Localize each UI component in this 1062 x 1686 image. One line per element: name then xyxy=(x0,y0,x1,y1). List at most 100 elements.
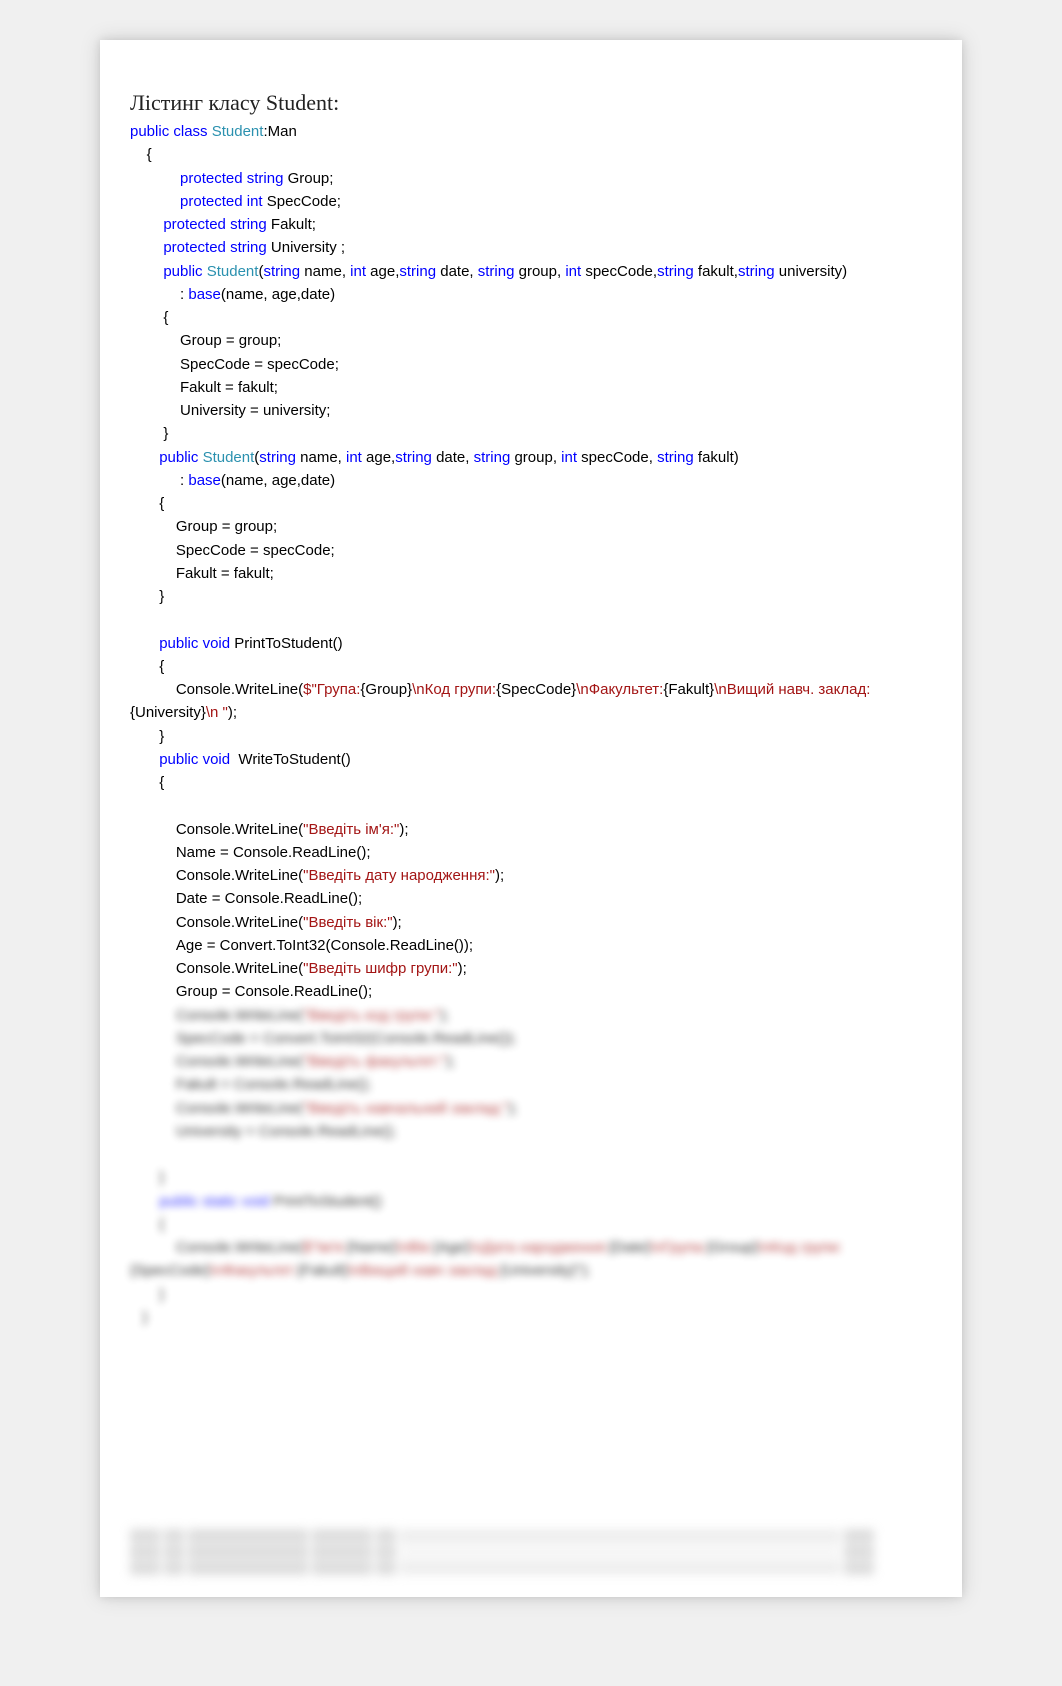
code-text: Date = Console.ReadLine(); xyxy=(130,890,362,907)
blurred-preview-region: Console.WriteLine( "Введіть код групи:");… xyxy=(130,1004,932,1330)
string-literal: \nГрупа: xyxy=(650,1239,706,1256)
code-text: university) xyxy=(775,263,848,280)
keyword: int xyxy=(346,449,362,466)
keyword: int xyxy=(247,193,263,210)
code-text: { xyxy=(130,774,164,791)
type-name: Student xyxy=(203,449,255,466)
code-text: } xyxy=(130,1286,164,1303)
string-literal: \nВищий навч заклад: xyxy=(348,1262,500,1279)
string-literal: "Введіть дату народження:" xyxy=(303,867,495,884)
code-text: {SpecCode} xyxy=(130,1262,210,1279)
code-text: Console.WriteLine( xyxy=(130,867,303,884)
code-text: Name = Console.ReadLine(); xyxy=(130,844,371,861)
string-literal: "Введіть код групи:" xyxy=(303,1007,440,1024)
keyword: protected xyxy=(130,170,243,187)
string-literal: "Введіть ім'я:" xyxy=(303,821,399,838)
keyword: string xyxy=(657,263,694,280)
keyword: string xyxy=(474,449,511,466)
code-text: fakult, xyxy=(694,263,738,280)
code-text: Fakult = fakult; xyxy=(130,565,274,582)
code-text: date, xyxy=(432,449,474,466)
code-text: group, xyxy=(514,263,565,280)
code-text: ); xyxy=(228,704,237,721)
code-text: ); xyxy=(393,914,402,931)
code-text: PrintToStudent() xyxy=(230,635,343,652)
code-text: Console.WriteLine( xyxy=(130,681,303,698)
keyword: protected xyxy=(130,193,243,210)
string-literal: \nКод групи: xyxy=(758,1239,842,1256)
keyword: string xyxy=(230,239,267,256)
code-text: Console.WriteLine( xyxy=(130,1239,303,1256)
keyword: int xyxy=(561,449,577,466)
code-text: ); xyxy=(399,821,408,838)
code-text: { xyxy=(130,495,164,512)
keyword: public xyxy=(130,263,203,280)
code-text: Console.WriteLine( xyxy=(130,1053,303,1070)
code-text: SpecCode = specCode; xyxy=(130,542,335,559)
code-text: {Age} xyxy=(433,1239,470,1256)
string-literal: \nВік: xyxy=(396,1239,433,1256)
string-literal: "Введіть вік:" xyxy=(303,914,392,931)
code-text: {Group} xyxy=(706,1239,758,1256)
keyword: string xyxy=(738,263,775,280)
code-text: Console.WriteLine( xyxy=(130,821,303,838)
code-text: {University}" xyxy=(500,1262,581,1279)
type-name: Student xyxy=(207,263,259,280)
code-text: } xyxy=(130,1309,148,1326)
code-text: : xyxy=(130,472,188,489)
keyword: base xyxy=(188,286,221,303)
string-literal: \n " xyxy=(206,704,228,721)
keyword: void xyxy=(203,635,231,652)
string-literal: $"Група: xyxy=(303,681,360,698)
code-text: name, xyxy=(300,263,350,280)
code-text: {Name} xyxy=(346,1239,396,1256)
keyword: public xyxy=(130,123,169,140)
keyword: base xyxy=(188,472,221,489)
keyword: void xyxy=(238,1193,270,1210)
keyword: string xyxy=(478,263,515,280)
string-literal: \nФакультет: xyxy=(210,1262,297,1279)
code-text: ); xyxy=(508,1100,517,1117)
code-text: ); xyxy=(581,1262,590,1279)
code-text: } xyxy=(130,425,168,442)
code-text: {Fakult} xyxy=(297,1262,348,1279)
code-text: Console.WriteLine( xyxy=(130,1100,303,1117)
keyword: string xyxy=(259,449,296,466)
code-text: Group = group; xyxy=(130,518,277,535)
code-text: age, xyxy=(362,449,395,466)
blurred-footer-table xyxy=(130,1529,932,1575)
code-text: PrintToStudent() xyxy=(269,1193,382,1210)
code-text: fakult) xyxy=(694,449,739,466)
code-text: age, xyxy=(366,263,399,280)
string-literal: "Введіть шифр групи:" xyxy=(303,960,457,977)
code-text: date, xyxy=(436,263,478,280)
code-text: ); xyxy=(495,867,504,884)
code-text: { xyxy=(130,658,164,675)
code-text: SpecCode = specCode; xyxy=(130,356,339,373)
code-text: SpecCode; xyxy=(263,193,341,210)
code-text: {Group} xyxy=(360,681,412,698)
code-text: { xyxy=(130,146,152,163)
code-text: Fakult; xyxy=(267,216,316,233)
code-text: (name, age,date) xyxy=(221,472,335,489)
table-row xyxy=(130,1561,932,1575)
table-row xyxy=(130,1529,932,1543)
table-row xyxy=(130,1545,932,1559)
keyword: protected xyxy=(130,216,226,233)
code-text: SpecCode = Convert.ToInt32(Console.ReadL… xyxy=(130,1030,516,1047)
string-literal: \nФакультет: xyxy=(576,681,663,698)
code-text: ); xyxy=(458,960,467,977)
code-text: Console.WriteLine( xyxy=(130,960,303,977)
code-text: {Date} xyxy=(609,1239,651,1256)
code-text: } xyxy=(130,728,164,745)
code-text: {SpecCode} xyxy=(496,681,576,698)
page-title: Лістинг класу Student: xyxy=(130,90,932,116)
keyword: public xyxy=(130,1193,198,1210)
code-text: group, xyxy=(510,449,561,466)
code-text: Age = Convert.ToInt32(Console.ReadLine()… xyxy=(130,937,473,954)
string-literal: $"Ім'я: xyxy=(303,1239,346,1256)
code-text: (name, age,date) xyxy=(221,286,335,303)
code-text: specCode, xyxy=(577,449,657,466)
code-text: ); xyxy=(440,1007,449,1024)
code-text: Group = Console.ReadLine(); xyxy=(130,983,372,1000)
